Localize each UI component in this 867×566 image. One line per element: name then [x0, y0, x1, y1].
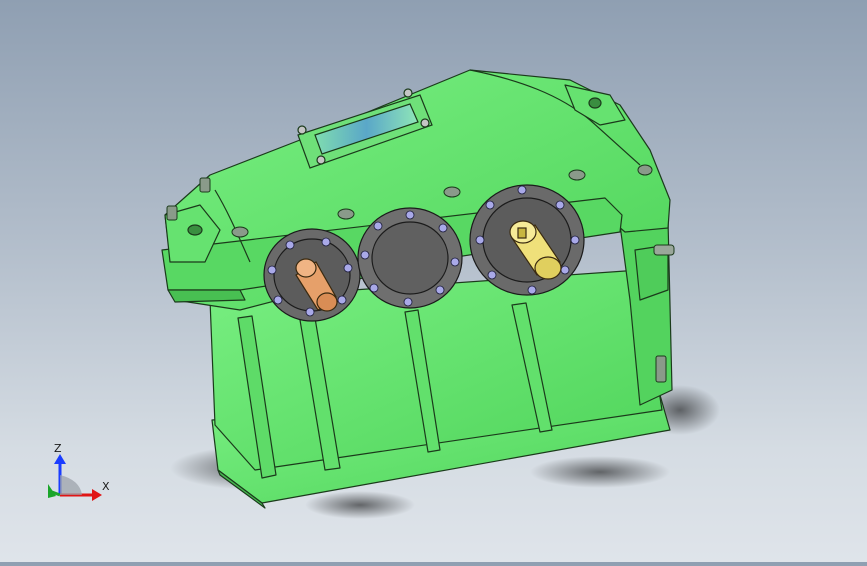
z-axis-label: Z: [54, 442, 62, 455]
y-axis: [48, 484, 61, 498]
gearbox-model[interactable]: [0, 0, 867, 562]
x-axis-label: X: [102, 480, 110, 493]
3d-viewport[interactable]: Z X: [0, 0, 867, 562]
coordinate-triad: Z X: [48, 442, 110, 501]
view-plane-indicator: [60, 475, 82, 495]
